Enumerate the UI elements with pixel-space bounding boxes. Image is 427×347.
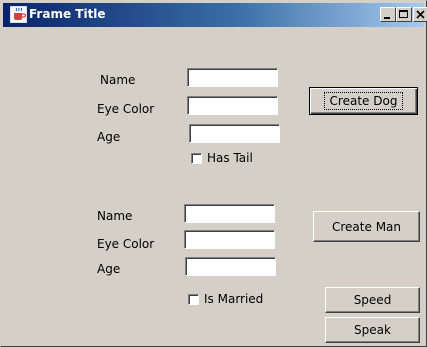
maximize-button[interactable]: [396, 7, 412, 22]
app-window: Frame Title Name Eye Color Age Has Tail …: [0, 0, 427, 347]
speak-button-label: Speak: [354, 323, 391, 337]
java-cup-icon[interactable]: [9, 5, 28, 24]
dog-name-input[interactable]: [187, 68, 278, 87]
speed-button[interactable]: Speed: [325, 287, 420, 313]
create-man-button[interactable]: Create Man: [313, 211, 420, 242]
create-man-button-label: Create Man: [332, 219, 401, 234]
man-eye-color-label: Eye Color: [97, 237, 155, 251]
minimize-button[interactable]: [380, 7, 396, 22]
man-age-label: Age: [97, 262, 121, 276]
maximize-icon: [399, 10, 408, 18]
create-dog-button[interactable]: Create Dog: [309, 87, 418, 115]
man-name-input[interactable]: [184, 204, 275, 223]
dog-eye-color-input[interactable]: [187, 96, 278, 115]
create-dog-button-label: Create Dog: [323, 92, 404, 110]
close-icon: [416, 10, 425, 19]
has-tail-checkbox-row[interactable]: Has Tail: [191, 151, 253, 165]
speak-button[interactable]: Speak: [325, 317, 420, 343]
dog-name-label: Name: [100, 73, 136, 87]
dog-age-input[interactable]: [189, 124, 280, 143]
has-tail-label: Has Tail: [207, 151, 253, 165]
man-age-input[interactable]: [185, 257, 276, 276]
speed-button-label: Speed: [353, 293, 392, 307]
minimize-icon: [384, 17, 390, 19]
title-bar[interactable]: Frame Title: [3, 3, 427, 27]
has-tail-checkbox[interactable]: [191, 152, 202, 164]
is-married-label: Is Married: [204, 292, 264, 306]
close-button[interactable]: [413, 7, 427, 22]
is-married-checkbox[interactable]: [188, 293, 199, 305]
man-name-label: Name: [97, 209, 133, 223]
is-married-checkbox-row[interactable]: Is Married: [188, 292, 263, 306]
man-eye-color-input[interactable]: [184, 230, 275, 249]
dog-eye-color-label: Eye Color: [97, 102, 155, 116]
dog-age-label: Age: [97, 130, 121, 144]
window-title: Frame Title: [29, 7, 106, 21]
